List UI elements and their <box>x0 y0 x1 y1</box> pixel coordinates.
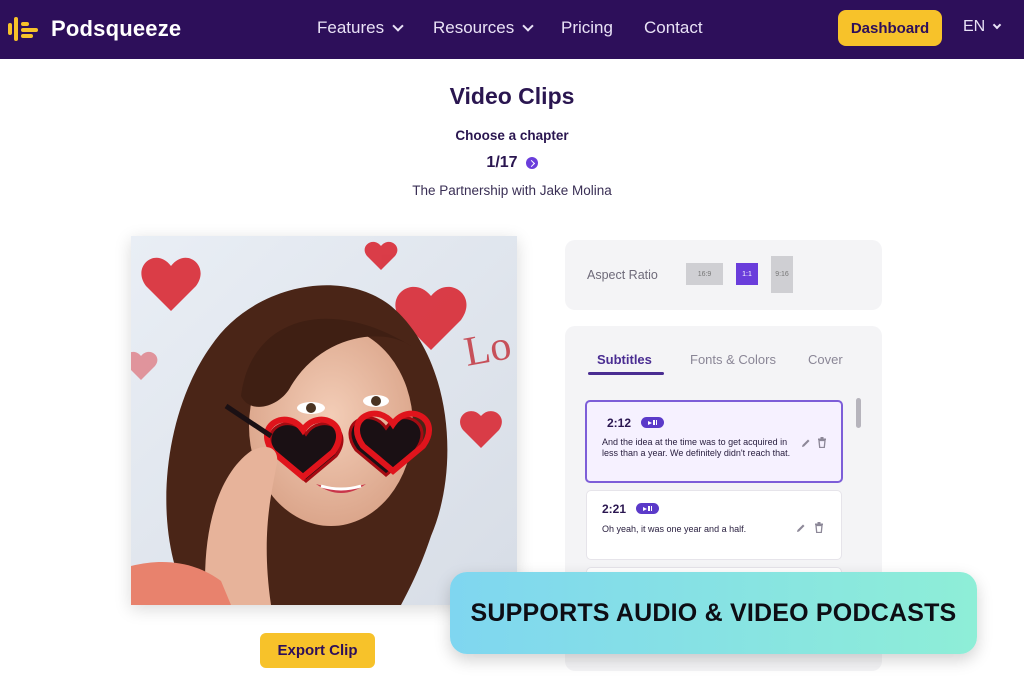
video-preview[interactable]: Lo <box>131 236 517 605</box>
nav-features[interactable]: Features <box>317 18 404 38</box>
subtitle-card[interactable]: 2:12 And the idea at the time was to get… <box>585 400 843 483</box>
language-label: EN <box>963 18 986 35</box>
subtitle-card[interactable]: 2:21 Oh yeah, it was one year and a half… <box>586 490 842 560</box>
next-chapter-icon[interactable] <box>525 157 538 169</box>
promo-banner-text: SUPPORTS AUDIO & VIDEO PODCASTS <box>470 598 957 627</box>
preview-image: Lo <box>131 236 517 605</box>
active-tab-indicator <box>588 372 664 375</box>
language-selector[interactable]: EN <box>963 18 1002 36</box>
play-pause-icon[interactable] <box>641 417 664 428</box>
nav-pricing[interactable]: Pricing <box>561 18 613 38</box>
logo-icon <box>8 14 44 44</box>
aspect-1-1-option[interactable]: 1:1 <box>736 263 758 285</box>
tab-cover[interactable]: Cover <box>808 352 843 367</box>
aspect-ratio-label: Aspect Ratio <box>587 268 658 282</box>
chapter-prompt: Choose a chapter <box>455 128 569 143</box>
chapter-pager: 1/17 <box>0 154 1024 172</box>
tab-subtitles[interactable]: Subtitles <box>597 352 652 367</box>
trash-icon[interactable] <box>817 437 827 448</box>
aspect-ratio-panel: Aspect Ratio 16:9 1:1 9:16 <box>565 240 882 310</box>
nav-features-label: Features <box>317 18 385 37</box>
aspect-16-9-option[interactable]: 16:9 <box>686 263 723 285</box>
chapter-name: The Partnership with Jake Molina <box>412 183 612 198</box>
nav-resources-label: Resources <box>433 18 515 37</box>
nav-contact[interactable]: Contact <box>644 18 703 38</box>
edit-pencil-icon[interactable] <box>796 523 806 533</box>
subtitle-time: 2:12 <box>607 416 632 430</box>
play-pause-icon[interactable] <box>636 503 659 514</box>
subtitle-text[interactable]: And the idea at the time was to get acqu… <box>602 437 792 458</box>
edit-pencil-icon[interactable] <box>801 438 811 448</box>
subtitle-time: 2:21 <box>602 502 627 516</box>
promo-banner: SUPPORTS AUDIO & VIDEO PODCASTS <box>450 572 977 654</box>
svg-text:Lo: Lo <box>461 322 515 375</box>
nav-resources[interactable]: Resources <box>433 18 534 38</box>
chevron-down-icon <box>392 19 404 32</box>
brand-name: Podsqueeze <box>51 16 182 41</box>
page-title: Video Clips <box>449 83 575 109</box>
chapter-counter: 1/17 <box>486 154 518 171</box>
subtitle-scrollbar-thumb[interactable] <box>856 398 861 428</box>
chevron-down-icon <box>992 20 1002 30</box>
nav-pricing-label: Pricing <box>561 18 613 37</box>
dashboard-button[interactable]: Dashboard <box>838 10 942 46</box>
export-clip-button[interactable]: Export Clip <box>260 633 375 668</box>
chevron-down-icon <box>522 19 534 32</box>
subtitle-text[interactable]: Oh yeah, it was one year and a half. <box>602 524 792 535</box>
aspect-9-16-option[interactable]: 9:16 <box>771 256 793 293</box>
brand-logo[interactable]: Podsqueeze <box>8 14 181 44</box>
top-nav: Podsqueeze Features Resources Pricing Co… <box>0 0 1024 59</box>
trash-icon[interactable] <box>814 522 824 533</box>
tab-fonts-colors[interactable]: Fonts & Colors <box>690 352 776 367</box>
nav-contact-label: Contact <box>644 18 703 37</box>
